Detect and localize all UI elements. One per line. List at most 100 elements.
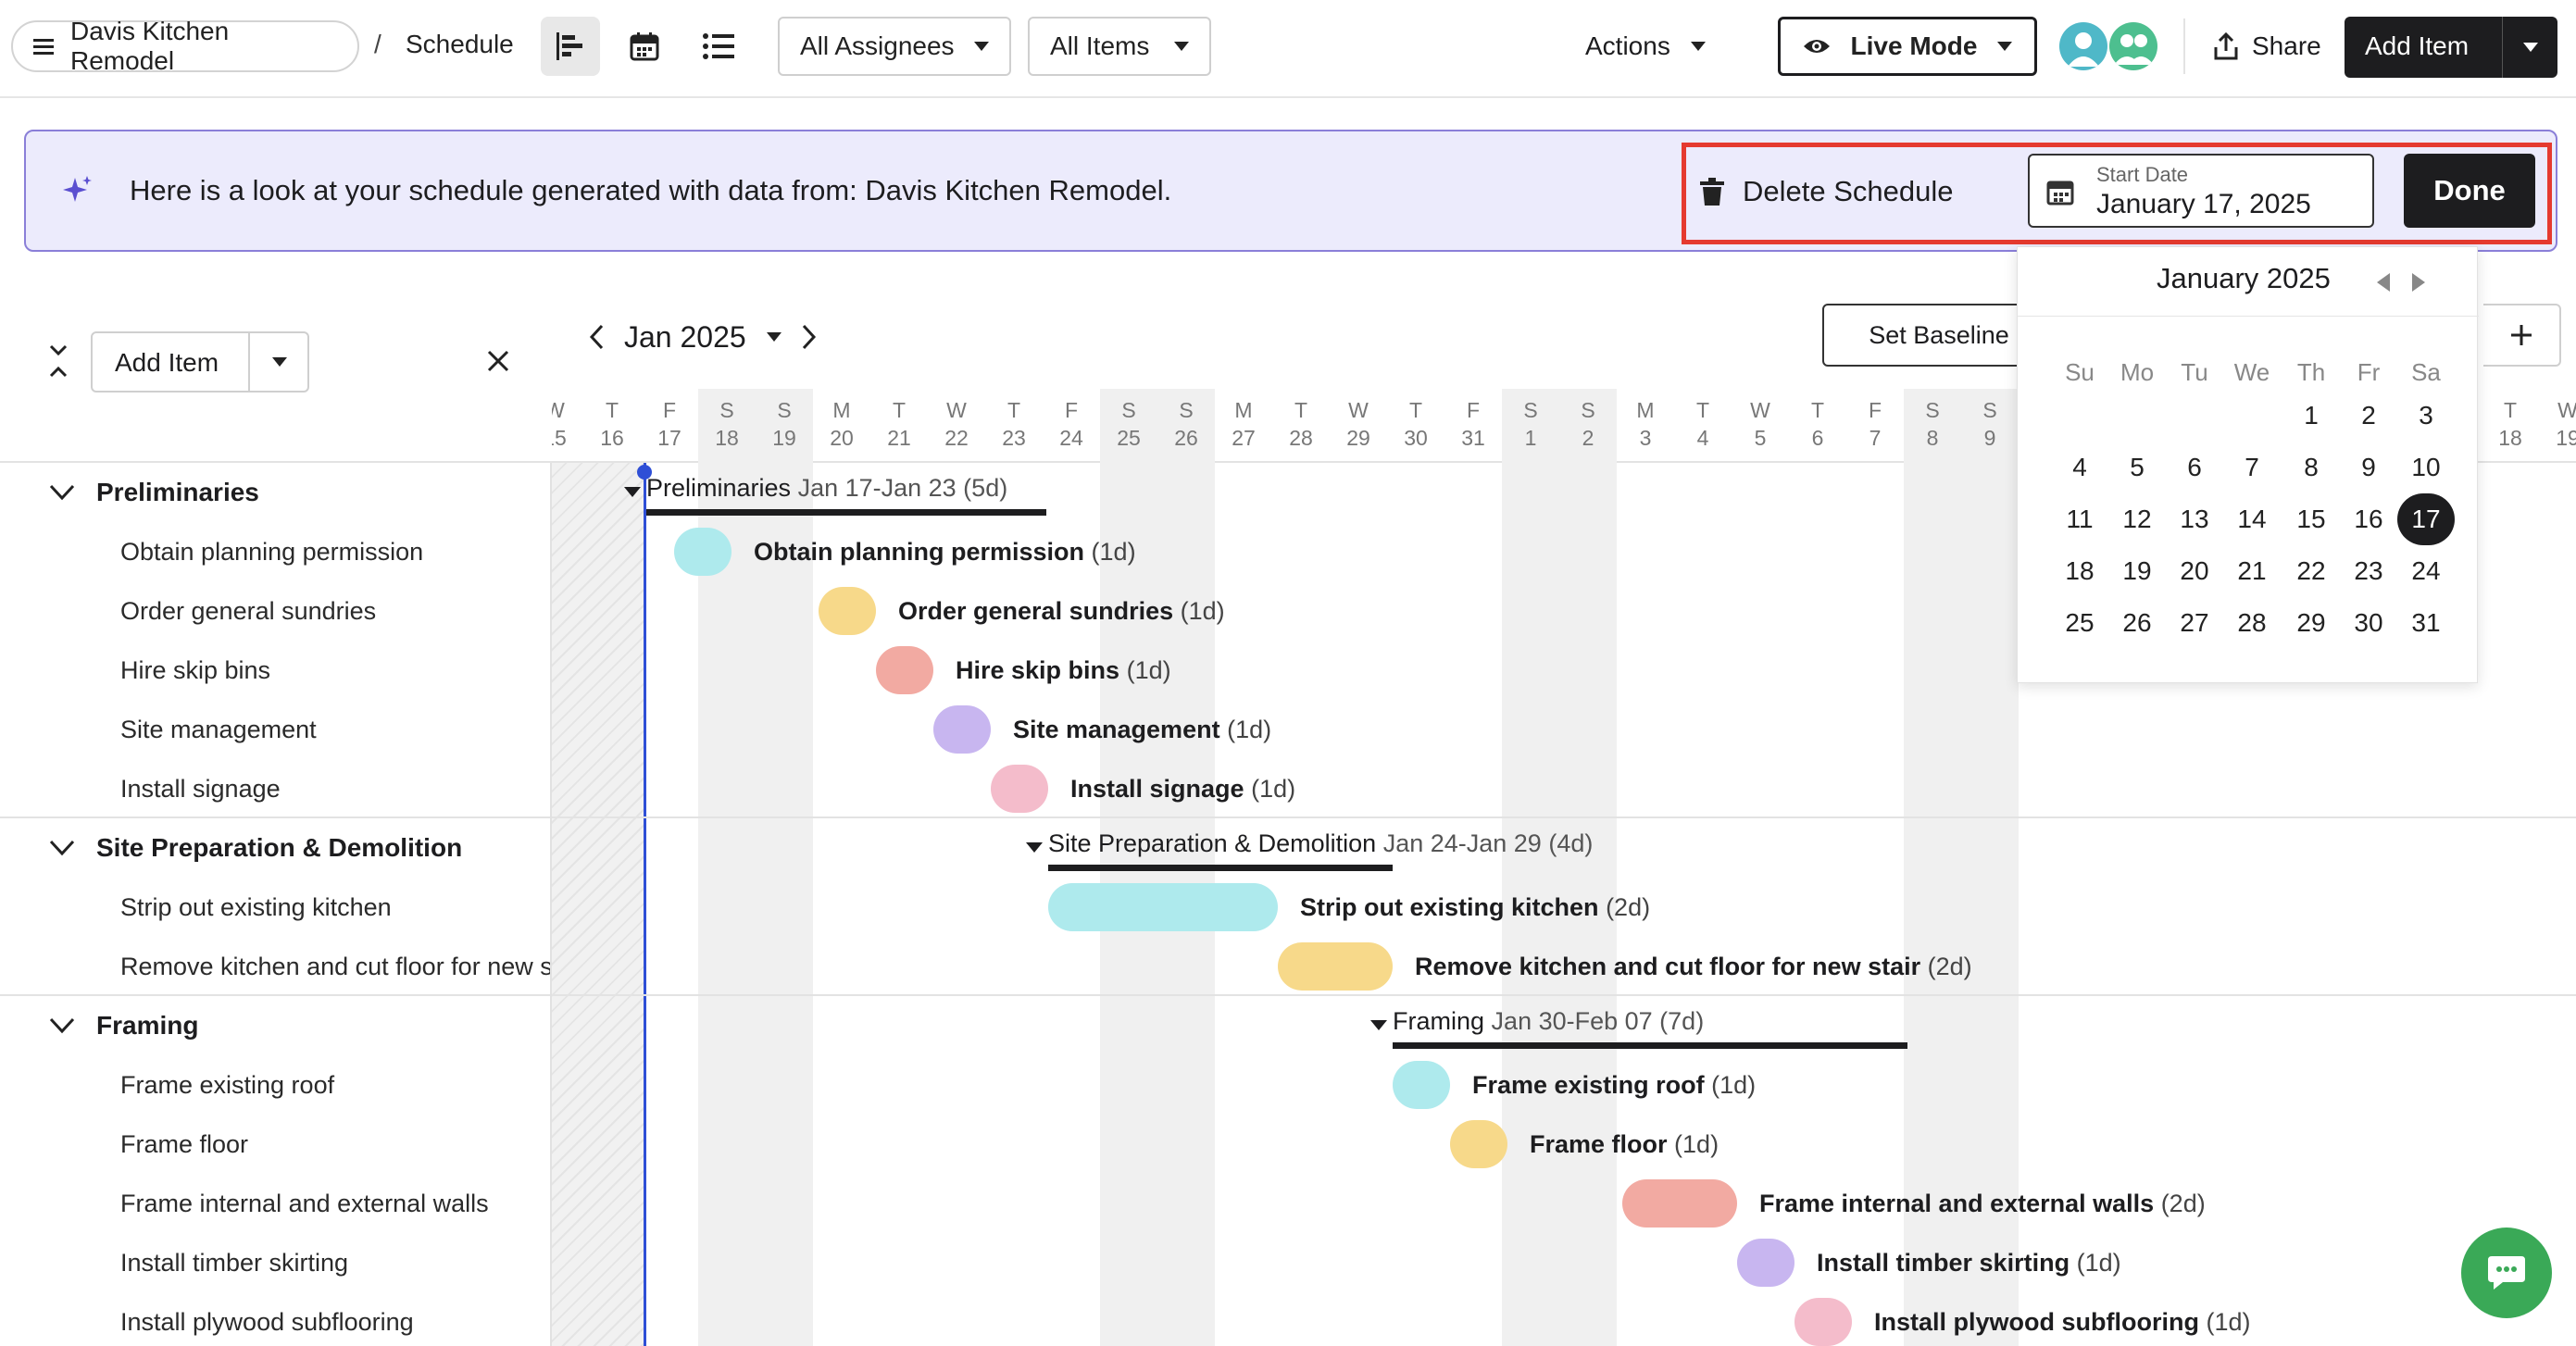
calendar-day[interactable]: 19 <box>2108 545 2166 597</box>
share-button[interactable]: Share <box>2213 17 2321 76</box>
assignees-filter[interactable]: All Assignees <box>778 17 1011 76</box>
pre-start-hatch <box>552 463 644 1346</box>
task-row[interactable]: Install timber skirting <box>0 1233 550 1292</box>
calendar-day[interactable]: 2 <box>2340 390 2397 442</box>
add-item-button[interactable]: Add Item <box>2365 31 2469 61</box>
task-row[interactable]: Frame existing roof <box>0 1055 550 1115</box>
calendar-day[interactable]: 11 <box>2051 493 2108 545</box>
task-bar[interactable] <box>1794 1298 1852 1346</box>
task-bar[interactable] <box>1622 1179 1737 1228</box>
calendar-day[interactable]: 1 <box>2282 390 2340 442</box>
task-row[interactable]: Obtain planning permission <box>0 522 550 581</box>
collapse-triangle[interactable] <box>1370 1020 1387 1030</box>
calendar-day[interactable]: 25 <box>2051 597 2108 649</box>
calendar-view-button[interactable] <box>615 17 674 76</box>
items-filter[interactable]: All Items <box>1028 17 1211 76</box>
collapse-triangle[interactable] <box>624 487 641 497</box>
calendar-day[interactable]: 21 <box>2223 545 2281 597</box>
team-avatar[interactable] <box>2109 22 2157 70</box>
weekend-column <box>698 463 756 1346</box>
calendar-day[interactable]: 4 <box>2051 442 2108 493</box>
add-item-dropdown[interactable] <box>2502 17 2557 78</box>
chevron-right-icon[interactable] <box>802 324 817 350</box>
task-row[interactable]: Frame internal and external walls <box>0 1174 550 1233</box>
task-bar[interactable] <box>991 765 1048 813</box>
calendar-day[interactable]: 31 <box>2397 597 2455 649</box>
weekday-header: We <box>2233 358 2270 386</box>
chevron-down-icon[interactable] <box>48 839 76 857</box>
chevron-down-icon[interactable] <box>766 332 782 342</box>
gantt-view-button[interactable] <box>541 17 600 76</box>
task-bar[interactable] <box>933 705 991 754</box>
calendar-day[interactable]: 26 <box>2108 597 2166 649</box>
calendar-day[interactable]: 18 <box>2051 545 2108 597</box>
calendar-day[interactable]: 24 <box>2397 545 2455 597</box>
task-row[interactable]: Install plywood subflooring <box>0 1292 550 1346</box>
task-bar[interactable] <box>1393 1061 1450 1109</box>
calendar-day[interactable]: 7 <box>2223 442 2281 493</box>
task-row[interactable]: Hire skip bins <box>0 641 550 700</box>
task-bar[interactable] <box>1048 883 1278 931</box>
task-group-2[interactable]: Site Preparation & Demolition <box>0 818 550 878</box>
day-cell: S 18 <box>698 389 756 463</box>
calendar-day[interactable]: 27 <box>2166 597 2223 649</box>
task-bar[interactable] <box>1737 1239 1794 1287</box>
day-number: 28 <box>1289 426 1313 450</box>
calendar-day[interactable]: 15 <box>2282 493 2340 545</box>
project-selector[interactable]: Davis Kitchen Remodel <box>11 17 359 75</box>
avatar[interactable] <box>2059 22 2107 70</box>
calendar-day[interactable]: 17 <box>2397 493 2455 545</box>
live-mode-button[interactable]: Live Mode <box>1778 17 2037 76</box>
actions-menu[interactable]: Actions <box>1585 17 1706 76</box>
calendar-day[interactable]: 5 <box>2108 442 2166 493</box>
task-group-3[interactable]: Framing <box>0 996 550 1055</box>
calendar-day[interactable]: 13 <box>2166 493 2223 545</box>
close-icon[interactable] <box>487 350 509 372</box>
task-bar[interactable] <box>876 646 933 694</box>
task-row[interactable]: Remove kitchen and cut floor for new sta… <box>0 937 550 996</box>
task-row[interactable]: Site management <box>0 700 550 759</box>
calendar-day[interactable]: 9 <box>2340 442 2397 493</box>
day-number: 30 <box>1404 426 1428 450</box>
prev-month-icon[interactable] <box>2373 271 2392 293</box>
chat-button[interactable] <box>2461 1228 2552 1318</box>
calendar-day[interactable]: 29 <box>2282 597 2340 649</box>
collapse-all-icon[interactable] <box>48 344 69 378</box>
task-bar[interactable] <box>674 528 732 576</box>
task-bar[interactable] <box>1278 942 1393 991</box>
task-bar[interactable] <box>1450 1120 1507 1168</box>
calendar-day[interactable]: 16 <box>2340 493 2397 545</box>
list-view-button[interactable] <box>689 17 748 76</box>
task-bar[interactable] <box>819 587 876 635</box>
calendar-day[interactable]: 14 <box>2223 493 2281 545</box>
day-letter: M <box>1234 398 1253 422</box>
add-item-left-button[interactable]: Add Item <box>115 348 219 378</box>
chevron-down-icon[interactable] <box>48 483 76 502</box>
calendar-day[interactable]: 8 <box>2282 442 2340 493</box>
task-group-1[interactable]: Preliminaries <box>0 463 550 522</box>
chevron-down-icon[interactable] <box>48 1016 76 1035</box>
calendar-day[interactable]: 30 <box>2340 597 2397 649</box>
chevron-left-icon[interactable] <box>589 324 604 350</box>
calendar-day[interactable]: 22 <box>2282 545 2340 597</box>
task-bar-name: Remove kitchen and cut floor for new sta… <box>1415 953 1921 980</box>
calendar-day[interactable]: 23 <box>2340 545 2397 597</box>
day-number: 8 <box>1926 426 1939 450</box>
header-divider <box>2183 19 2185 74</box>
next-month-icon[interactable] <box>2410 271 2429 293</box>
calendar-day[interactable]: 20 <box>2166 545 2223 597</box>
task-row[interactable]: Order general sundries <box>0 581 550 641</box>
collapse-triangle[interactable] <box>1026 842 1043 853</box>
add-item-left-dropdown[interactable] <box>248 333 309 391</box>
task-row[interactable]: Strip out existing kitchen <box>0 878 550 937</box>
task-row[interactable]: Frame floor <box>0 1115 550 1174</box>
calendar-day[interactable]: 6 <box>2166 442 2223 493</box>
day-letter: W <box>2557 398 2576 422</box>
calendar-day[interactable]: 28 <box>2223 597 2281 649</box>
task-row[interactable]: Install signage <box>0 759 550 818</box>
calendar-day[interactable]: 12 <box>2108 493 2166 545</box>
month-selector[interactable]: Jan 2025 <box>624 320 746 355</box>
calendar-day[interactable]: 10 <box>2397 442 2455 493</box>
zoom-in-button[interactable] <box>2483 304 2561 367</box>
calendar-day[interactable]: 3 <box>2397 390 2455 442</box>
